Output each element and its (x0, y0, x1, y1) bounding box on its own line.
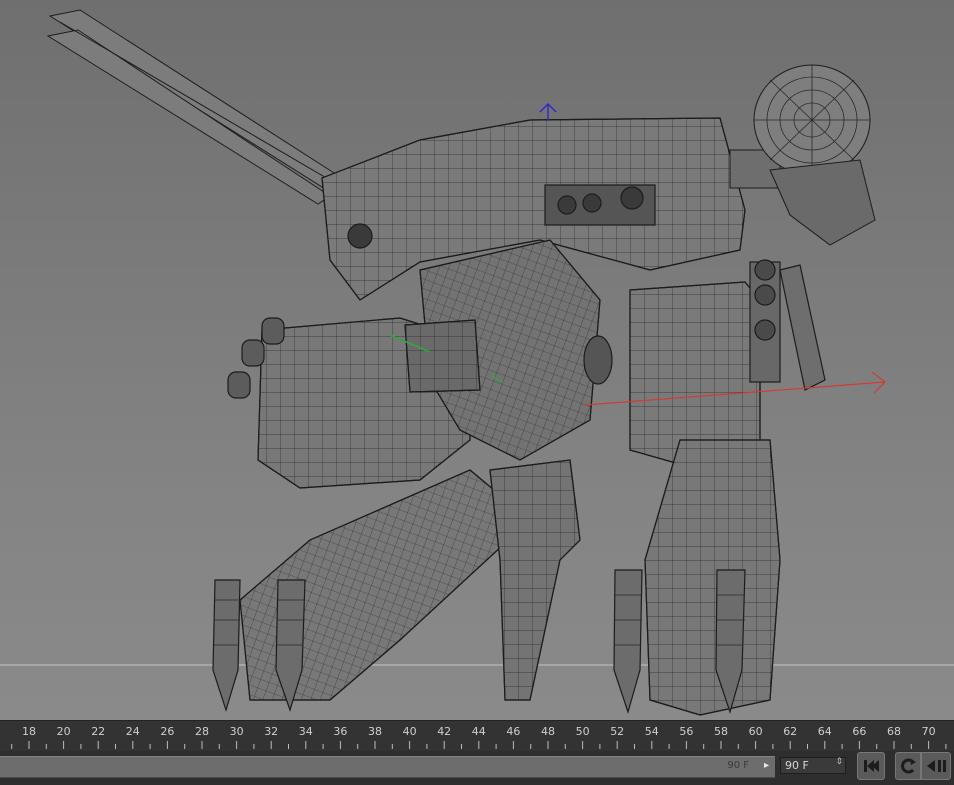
ruler-tick-label: 58 (714, 725, 728, 738)
ruler-tick-label: 20 (56, 725, 71, 738)
ruler-tick-label: 26 (160, 725, 175, 738)
loop-button[interactable] (895, 752, 921, 780)
ruler-tick-label: 50 (575, 725, 590, 738)
range-end-label: 90 F (727, 760, 749, 771)
ruler-tick-label: 68 (887, 725, 901, 738)
loop-icon (901, 758, 916, 774)
ruler-tick-label: 22 (91, 725, 106, 738)
ruler-tick-label: 40 (402, 725, 417, 738)
ruler-tick-label: 38 (368, 725, 382, 738)
ruler-tick-label: 36 (333, 725, 348, 738)
ruler-tick-label: 46 (506, 725, 521, 738)
ruler-tick-label: 70 (921, 725, 936, 738)
end-frame-spinner-icon[interactable]: ⇕ (835, 758, 843, 767)
ruler-tick-label: 24 (125, 725, 140, 738)
ruler-tick-label: 44 (471, 725, 486, 738)
ruler-tick-label: 62 (783, 725, 798, 738)
go-to-start-icon (864, 760, 879, 772)
cinema4d-window: 18 20 22 24 26 28 30 32 34 36 38 40 42 44 46 48 50 52 54 56… (0, 0, 954, 785)
ruler-tick-label: 42 (437, 725, 452, 738)
ruler-tick-label: 30 (229, 725, 244, 738)
ruler-tick-label: 48 (541, 725, 555, 738)
play-backwards-button[interactable] (921, 752, 951, 780)
frame-ruler[interactable]: 18 20 22 24 26 28 30 32 34 36 38 40 42 44 46 48 50 52 54 56… (0, 720, 954, 751)
ruler-tick-label: 32 (264, 725, 279, 738)
ruler-tick-label: 66 (852, 725, 867, 738)
ruler-tick-label: 18 (22, 725, 36, 738)
ruler-tick-label: 56 (679, 725, 694, 738)
ruler-tick-label: 54 (644, 725, 659, 738)
go-to-start-button[interactable] (857, 752, 885, 780)
timeline-panel: 18 20 22 24 26 28 30 32 34 36 38 40 42 44 46 48 50 52 54 56… (0, 720, 954, 785)
ruler-tick-label: 28 (195, 725, 209, 738)
mech-wireframe-model (0, 9, 954, 716)
play-backwards-icon (927, 760, 946, 772)
range-end-handle-icon[interactable]: ▸ (764, 760, 769, 771)
viewport-3d[interactable] (0, 0, 954, 720)
end-frame-input[interactable]: 90 F ⇕ (780, 757, 846, 774)
ruler-tick-label: 34 (298, 725, 313, 738)
ruler-tick-label: 64 (817, 725, 832, 738)
end-frame-value: 90 F (785, 759, 809, 772)
preview-range-bar[interactable]: 90 F ▸ (0, 756, 775, 778)
ruler-tick-label: 60 (748, 725, 763, 738)
ruler-tick-label: 52 (610, 725, 625, 738)
